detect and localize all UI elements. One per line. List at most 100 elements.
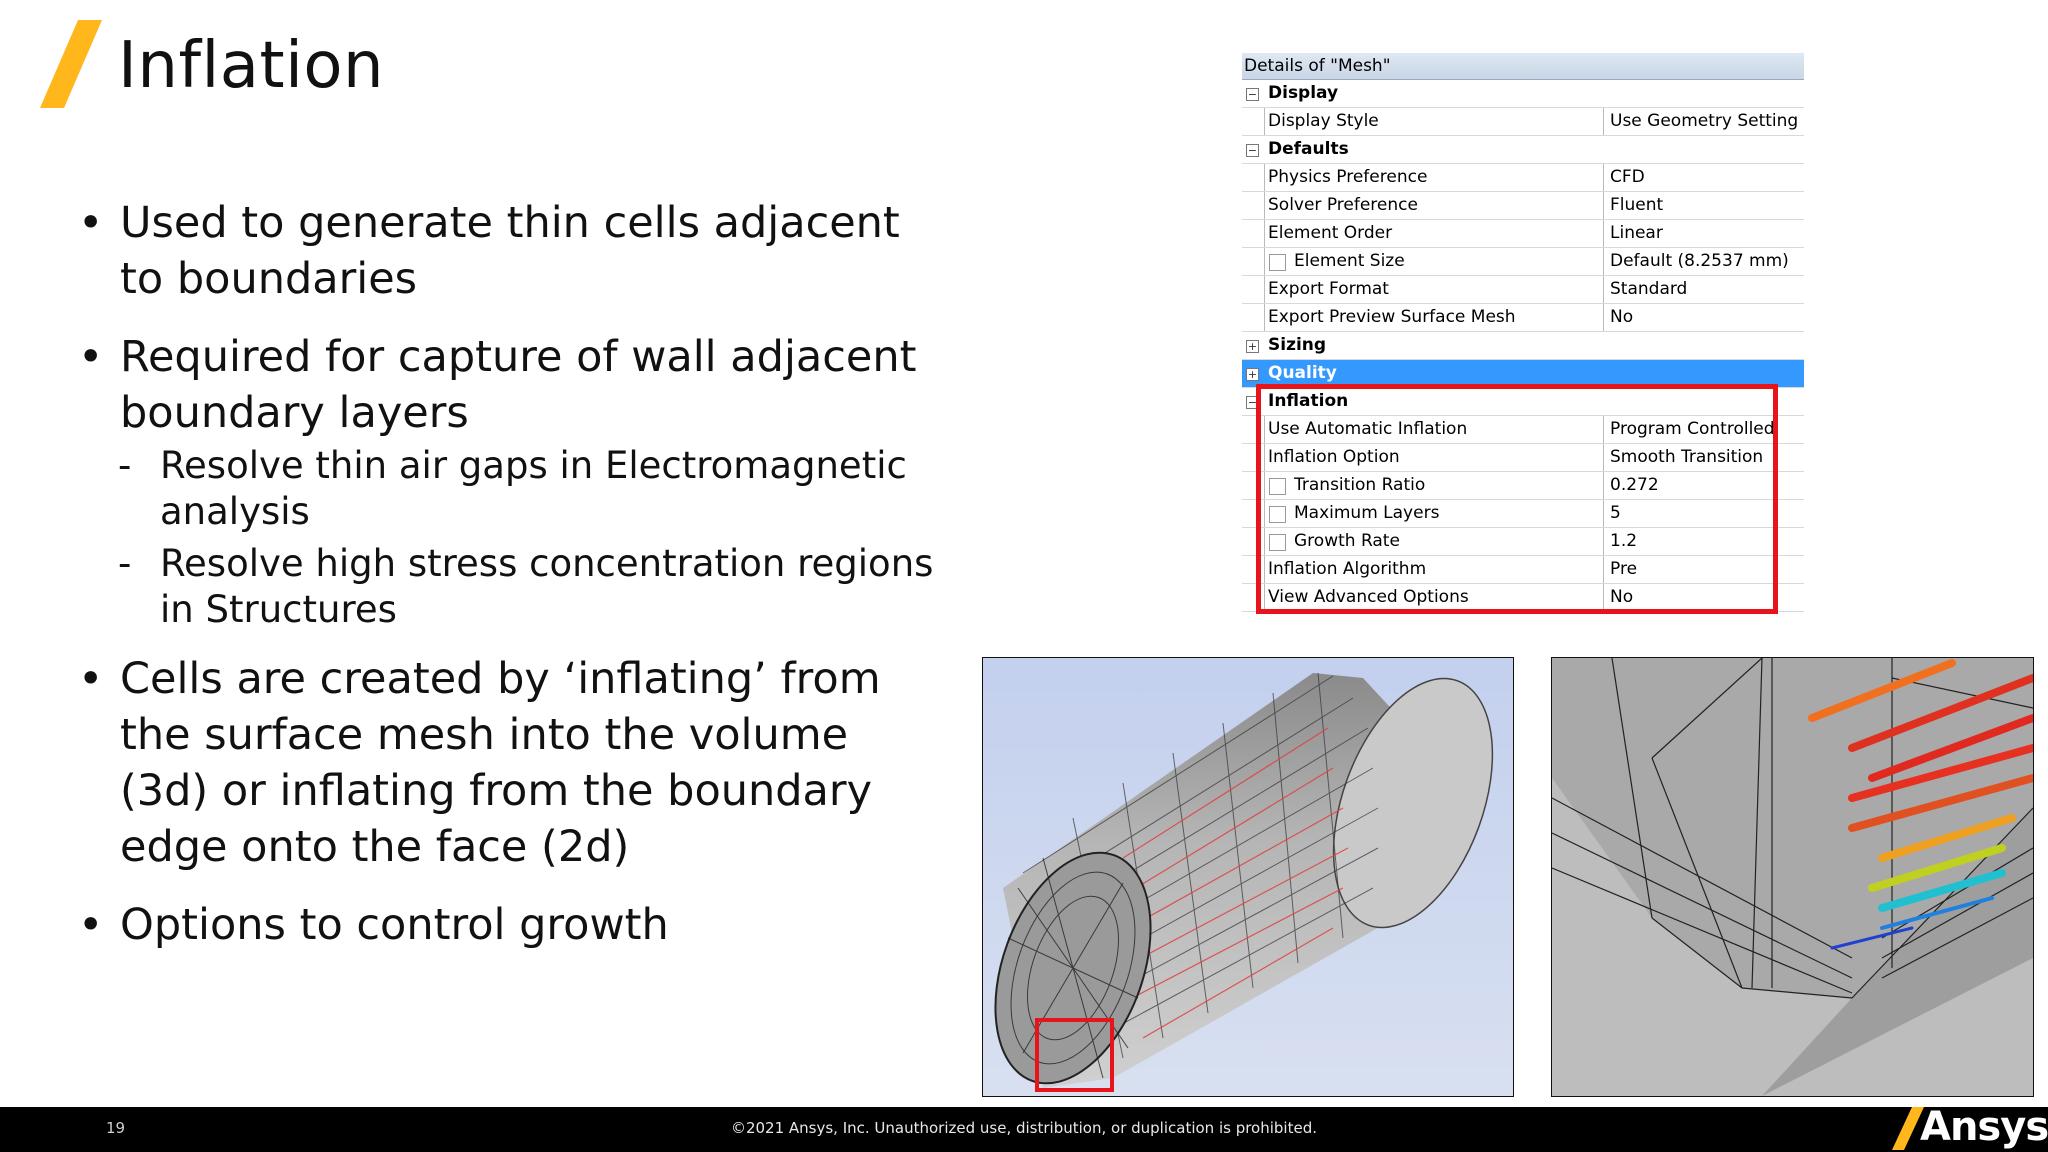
property-value[interactable]: Standard	[1603, 276, 1804, 303]
property-value[interactable]: Linear	[1603, 220, 1804, 247]
sub-bullet-dash: -	[118, 542, 132, 585]
property-value[interactable]: 0.272	[1603, 472, 1804, 499]
mesh-cylinder-drawing	[983, 658, 1513, 1096]
property-label: Export Format	[1268, 279, 1389, 299]
row-gutter	[1242, 192, 1265, 219]
sub-bullet-item: - Resolve high stress concentration regi…	[78, 541, 948, 633]
row-gutter	[1242, 584, 1265, 611]
details-property-row[interactable]: Element Order Linear	[1242, 220, 1804, 248]
property-label: Inflation Algorithm	[1268, 559, 1427, 579]
details-group-row[interactable]: − Inflation	[1242, 388, 1804, 416]
details-rows: − Display Display Style Use Geometry Settin…	[1242, 80, 1804, 612]
details-panel-header: Details of "Mesh"	[1242, 53, 1804, 80]
sub-bullet-text: Resolve thin air gaps in Electromagnetic…	[160, 444, 907, 533]
details-property-row[interactable]: Solver Preference Fluent	[1242, 192, 1804, 220]
property-value[interactable]: Use Geometry Setting	[1603, 108, 1804, 135]
details-property-row[interactable]: Export Format Standard	[1242, 276, 1804, 304]
details-property-row[interactable]: Physics Preference CFD	[1242, 164, 1804, 192]
property-label: Transition Ratio	[1294, 475, 1426, 495]
details-property-row[interactable]: Display Style Use Geometry Setting	[1242, 108, 1804, 136]
bullet-dot-icon: •	[78, 198, 104, 248]
expand-icon[interactable]: +	[1246, 340, 1259, 353]
property-label: Defaults	[1268, 139, 1349, 159]
copyright-notice: ©2021 Ansys, Inc. Unauthorized use, dist…	[730, 1119, 1318, 1137]
row-gutter	[1242, 500, 1265, 527]
row-gutter	[1242, 248, 1265, 275]
title-accent-slash	[40, 20, 102, 108]
property-label: Element Order	[1268, 223, 1393, 243]
bullet-text: Cells are created by ‘inflating’ from th…	[120, 654, 881, 872]
bullet-text: Options to control growth	[120, 900, 669, 950]
details-group-row[interactable]: − Defaults	[1242, 136, 1804, 164]
property-value[interactable]: No	[1603, 584, 1804, 611]
footer-bar: 19 ©2021 Ansys, Inc. Unauthorized use, d…	[0, 1104, 2048, 1152]
property-value[interactable]: CFD	[1603, 164, 1804, 191]
details-of-mesh-panel: Details of "Mesh" − Display Display Style U…	[1242, 53, 1804, 612]
property-label: View Advanced Options	[1268, 587, 1469, 607]
parameter-checkbox[interactable]	[1269, 478, 1286, 495]
mesh-cylinder-image	[982, 657, 1514, 1097]
bullet-list: • Used to generate thin cells adjacent t…	[78, 195, 948, 975]
details-property-row[interactable]: View Advanced Options No	[1242, 584, 1804, 612]
property-value[interactable]: Default (8.2537 mm)	[1603, 248, 1804, 275]
bullet-item: • Required for capture of wall adjacent …	[78, 329, 948, 441]
row-gutter	[1242, 276, 1265, 303]
ansys-logo-text: Ansys	[1920, 1104, 2048, 1150]
property-label: Inflation Option	[1268, 447, 1400, 467]
details-property-row[interactable]: Element Size Default (8.2537 mm)	[1242, 248, 1804, 276]
bullet-dot-icon: •	[78, 332, 104, 382]
inflation-closeup-image	[1551, 657, 2034, 1097]
details-group-row[interactable]: + Quality	[1242, 360, 1804, 388]
sub-bullet-text: Resolve high stress concentration region…	[160, 542, 934, 631]
collapse-icon[interactable]: −	[1246, 88, 1259, 101]
property-label: Use Automatic Inflation	[1268, 419, 1468, 439]
property-label: Inflation	[1268, 391, 1349, 411]
property-value[interactable]: Smooth Transition	[1603, 444, 1804, 471]
parameter-checkbox[interactable]	[1269, 254, 1286, 271]
property-label: Solver Preference	[1268, 195, 1418, 215]
details-group-row[interactable]: + Sizing	[1242, 332, 1804, 360]
collapse-icon[interactable]: −	[1246, 144, 1259, 157]
parameter-checkbox[interactable]	[1269, 534, 1286, 551]
details-group-row[interactable]: − Display	[1242, 80, 1804, 108]
inflation-closeup-drawing	[1552, 658, 2033, 1096]
property-value[interactable]: Pre	[1603, 556, 1804, 583]
row-gutter	[1242, 220, 1265, 247]
details-property-row[interactable]: Inflation Algorithm Pre	[1242, 556, 1804, 584]
details-property-row[interactable]: Inflation Option Smooth Transition	[1242, 444, 1804, 472]
slide-title: Inflation	[118, 29, 385, 103]
row-gutter	[1242, 556, 1265, 583]
row-gutter	[1242, 528, 1265, 555]
property-value[interactable]: 5	[1603, 500, 1804, 527]
bullet-item: • Cells are created by ‘inflating’ from …	[78, 651, 948, 875]
property-value[interactable]: Fluent	[1603, 192, 1804, 219]
details-property-row[interactable]: Transition Ratio 0.272	[1242, 472, 1804, 500]
property-value[interactable]: Program Controlled	[1603, 416, 1804, 443]
property-label: Export Preview Surface Mesh	[1268, 307, 1516, 327]
property-label: Display	[1268, 83, 1339, 103]
property-label: Display Style	[1268, 111, 1379, 131]
bullet-item: • Used to generate thin cells adjacent t…	[78, 195, 948, 307]
details-property-row[interactable]: Export Preview Surface Mesh No	[1242, 304, 1804, 332]
property-value[interactable]: No	[1603, 304, 1804, 331]
collapse-icon[interactable]: −	[1246, 396, 1259, 409]
details-property-row[interactable]: Use Automatic Inflation Program Controlle…	[1242, 416, 1804, 444]
bullet-dot-icon: •	[78, 654, 104, 704]
property-label: Element Size	[1294, 251, 1405, 271]
row-gutter	[1242, 472, 1265, 499]
row-gutter	[1242, 444, 1265, 471]
sub-bullet-dash: -	[118, 444, 132, 487]
property-label: Growth Rate	[1294, 531, 1400, 551]
property-label: Quality	[1268, 363, 1337, 383]
row-gutter	[1242, 416, 1265, 443]
property-value[interactable]: 1.2	[1603, 528, 1804, 555]
bullet-item: • Options to control growth	[78, 897, 948, 953]
slide: Inflation • Used to generate thin cells …	[0, 0, 2048, 1152]
row-gutter	[1242, 304, 1265, 331]
details-property-row[interactable]: Growth Rate 1.2	[1242, 528, 1804, 556]
details-property-row[interactable]: Maximum Layers 5	[1242, 500, 1804, 528]
property-label: Physics Preference	[1268, 167, 1428, 187]
parameter-checkbox[interactable]	[1269, 506, 1286, 523]
expand-icon[interactable]: +	[1246, 368, 1259, 381]
sub-bullet-item: - Resolve thin air gaps in Electromagnet…	[78, 443, 948, 535]
